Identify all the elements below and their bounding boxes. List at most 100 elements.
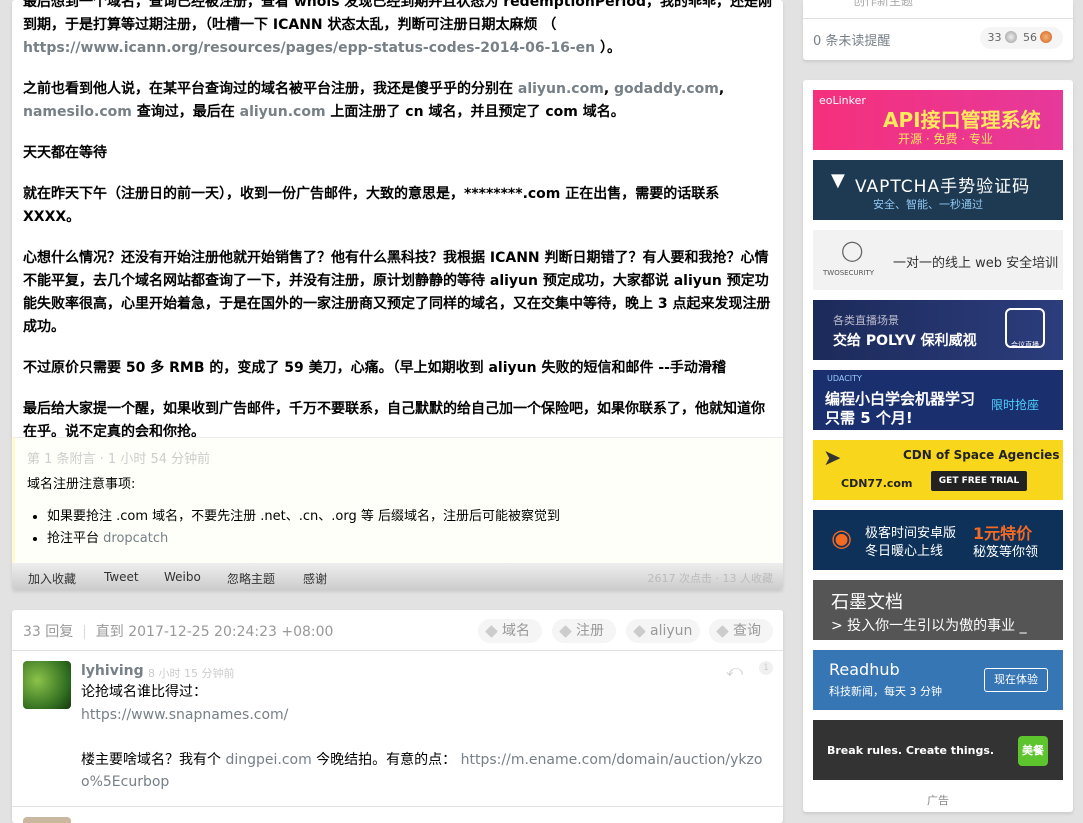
ad-udacity[interactable]: UDACITY 编程小白学会机器学习 只需 5 个月! 限时抢座 [813,370,1063,430]
ad-title: 交给 POLYV 保利威视 [833,333,977,349]
ad-button: 现在体验 [984,668,1048,692]
topic-text: ）。 [595,40,622,56]
ad-brand: UDACITY [827,374,862,383]
topic-link[interactable]: aliyun.com [518,81,604,97]
last-reply-time: 直到 2017-12-25 20:24:23 +08:00 [95,624,334,640]
ad-twosecurity[interactable]: ◯ TWOSECURITY 一对一的线上 web 安全培训 [813,230,1063,290]
append-item-text: 抢注平台 [47,531,104,546]
topic-text: 查询过，最后在 [131,104,240,120]
topic-text: , [603,81,615,97]
rocket-icon: ➤ [823,446,842,471]
topic-link[interactable]: namesilo.com [23,104,132,120]
topic-text: 最后想到一个域名，查询已经被注册，查看 whois 发现已经到期并且状态为 re… [23,0,772,33]
ad-cdn77[interactable]: ➤ CDN of Space Agencies CDN77.com GET FR… [813,440,1063,500]
tag-label: 注册 [576,623,604,639]
reply-number: 1 [759,661,773,675]
ad-title: CDN of Space Agencies [903,448,1060,462]
thank-button[interactable]: 感谢 [303,570,327,587]
list-item: 如果要抢注 .com 域名，不要先注册 .net、.cn、.org 等 后缀域名… [47,506,771,528]
avatar[interactable] [23,661,71,709]
meican-logo-icon: 美餐 [1018,736,1048,766]
ad-vaptcha[interactable]: ▼ VAPTCHA手势验证码 安全、智能、一秒通过 [813,160,1063,220]
avatar[interactable] [23,817,71,823]
dingpei-link[interactable]: dingpei.com [225,752,311,768]
ad-geektime[interactable]: ◉ 极客时间安卓版 冬日暖心上线 1元特价 秘笈等你领 [813,510,1063,570]
topic-stats: 2617 次点击 · 13 人收藏 [647,572,773,585]
ad-button: 会议直播 [1005,308,1045,349]
topic-append: 第 1 条附言 · 1 小时 54 分钟前 域名注册注意事项: 如果要抢注 .c… [12,437,783,563]
list-item: 抢注平台 dropcatch [47,528,771,550]
topic-paragraph: 最后想到一个域名，查询已经被注册，查看 whois 发现已经到期并且状态为 re… [23,0,772,60]
ad-title: 极客时间安卓版 [865,526,957,541]
ad-title: API接口管理系统 [883,108,1041,132]
topic-paragraph: 心想什么情况？还没有开始注册他就开始销售了？他有什么黑科技？我根据 ICANN … [23,247,772,339]
ad-meican[interactable]: Break rules. Create things. 美餐 [813,720,1063,780]
ad-readhub[interactable]: Readhub 科技新闻，每天 3 分钟 现在体验 [813,650,1063,710]
reply-content: 论抢域名谁比得过： https://www.snapnames.com/ 楼主要… [81,681,771,794]
topic-link[interactable]: https://www.icann.org/resources/pages/ep… [23,40,595,56]
weibo-button[interactable]: Weibo [164,570,201,584]
reply-username[interactable]: lyhiving [81,663,144,679]
ad-polyv[interactable]: 各类直播场景 交给 POLYV 保利威视 会议直播 [813,300,1063,360]
tag-domain[interactable]: 域名 [478,619,542,643]
snapnames-link[interactable]: https://www.snapnames.com/ [81,707,288,723]
topic-text: 上面注册了 cn 域名，并且预定了 com 域名。 [325,104,625,120]
dropcatch-link[interactable]: dropcatch [103,531,168,546]
new-topic-link[interactable]: 创作新主题 [853,0,913,9]
topic-box: 最后想到一个域名，查询已经被注册，查看 whois 发现已经到期并且状态为 re… [12,0,783,590]
append-header: 第 1 条附言 · 1 小时 54 分钟前 [27,452,211,467]
append-item-text: 如果要抢注 .com 域名，不要先注册 .net、.cn、.org 等 后缀域名… [47,509,560,524]
ad-button: 秘笈等你领 [973,545,1039,560]
topic-link[interactable]: godaddy.com [614,81,719,97]
bronze-count: 56 [1023,31,1037,44]
append-list: 如果要抢注 .com 域名，不要先注册 .net、.cn、.org 等 后缀域名… [27,506,771,550]
add-favorite-button[interactable]: 加入收藏 [28,570,76,587]
topic-link[interactable]: aliyun.com [240,104,326,120]
ad-subtitle: 冬日暖心上线 [865,544,944,559]
ad-eolinker[interactable]: eoLinker API接口管理系统 开源 · 免费 · 专业 [813,90,1063,150]
ad-title: Break rules. Create things. [827,744,995,757]
tag-register[interactable]: 注册 [552,619,616,643]
silver-coin-icon [1004,31,1017,43]
tweet-button[interactable]: Tweet [104,570,139,584]
ad-shimo[interactable]: 石墨文档 > 投入你一生引以为傲的事业 _ [813,580,1063,640]
ad-subtitle: 科技新闻，每天 3 分钟 [829,685,942,698]
ad-button: 限时抢座 [991,398,1040,412]
tag-label: 查询 [733,623,761,639]
tag-icon [485,625,498,638]
replies-box: 33 回复 | 直到 2017-12-25 20:24:23 +08:00 域名… [12,610,783,823]
tag-icon [559,625,572,638]
notification-box: 创作新主题 0 条未读提醒 33 56 [803,0,1073,60]
ad-subtitle: 安全、智能、一秒通过 [873,198,983,211]
ad-button: GET FREE TRIAL [931,471,1027,491]
reply-text: 楼主要啥域名？我有个 [81,751,226,768]
tag-query[interactable]: 查询 [709,619,773,643]
ad-title: 一对一的线上 web 安全培训 [893,256,1059,271]
reply-text: 今晚结拍。有意的点： [311,751,461,768]
ad-subtitle: 开源 · 免费 · 专业 [898,132,993,146]
tag-aliyun[interactable]: aliyun [626,619,700,643]
separator: | [82,624,87,640]
ignore-topic-button[interactable]: 忽略主题 [227,570,275,587]
balance-badge[interactable]: 33 56 [979,27,1063,49]
tag-label: aliyun [650,623,693,639]
reply-arrow-icon[interactable]: ⤺ [726,661,743,681]
ad-title: 石墨文档 [831,592,903,613]
tag-icon [716,625,729,638]
ads-box: eoLinker API接口管理系统 开源 · 免费 · 专业 ▼ VAPTCH… [803,80,1073,812]
v-logo-icon: ▼ [831,170,845,191]
silver-count: 33 [987,31,1002,44]
topic-paragraph: 之前也看到他人说，在某平台查询过的域名被平台注册，我还是傻乎乎的分别在 aliy… [23,78,772,124]
reply-item: lyhiving 8 小时 15 分钟前 ⤺ 1 论抢域名谁比得过： https… [12,651,783,807]
ad-subtitle: > 投入你一生引以为傲的事业 _ [831,618,1027,634]
divider [803,18,1073,19]
reply-item [12,807,783,823]
reply-time: 8 小时 15 分钟前 [148,667,235,680]
ad-brand: eoLinker [819,94,866,107]
ad-subtitle: 各类直播场景 [833,314,899,327]
ad-brand: CDN77.com [841,477,913,490]
topic-text: 天天都在等待 [23,145,107,161]
unread-notifications-link[interactable]: 0 条未读提醒 [813,30,890,49]
topic-text: 之前也看到他人说，在某平台查询过的域名被平台注册，我还是傻乎乎的分别在 [23,81,518,97]
tag-icon [633,625,646,638]
